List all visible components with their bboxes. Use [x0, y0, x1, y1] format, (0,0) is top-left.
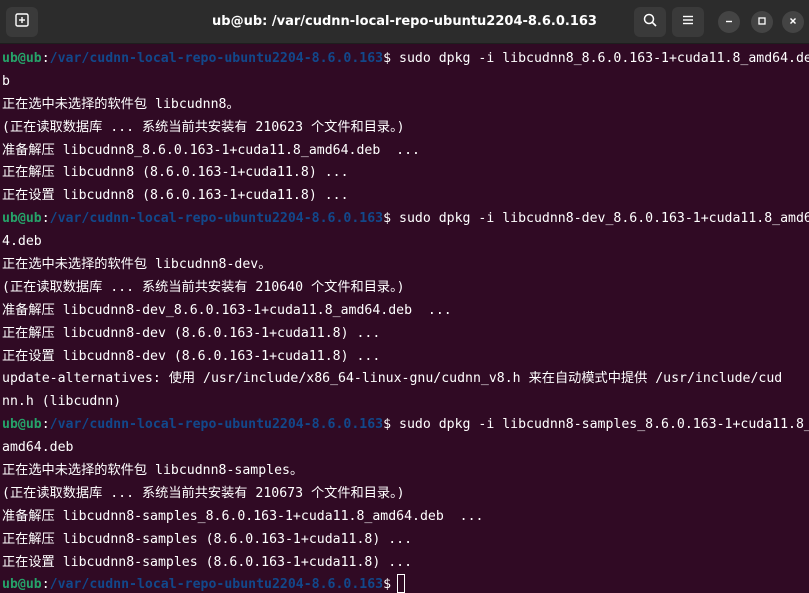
prompt-path: /var/cudnn-local-repo-ubuntu2204-8.6.0.1… — [49, 51, 384, 66]
output-line: 4.deb — [2, 234, 42, 250]
prompt-user: ub@ub — [2, 211, 42, 227]
prompt-symbol: $ — [383, 51, 392, 66]
search-icon — [642, 12, 658, 33]
title-bar[interactable]: ub@ub: /var/cudnn-local-repo-ubuntu2204-… — [0, 0, 809, 44]
output-line: 正在设置 libcudnn8-dev (8.6.0.163-1+cuda11.8… — [2, 348, 381, 364]
prompt-line: ub@ub:/var/cudnn-local-repo-ubuntu2204-8… — [2, 48, 809, 71]
output-line: update-alternatives: 使用 /usr/include/x86… — [2, 371, 783, 387]
prompt-user: ub@ub — [2, 417, 42, 433]
output-line: amd64.deb — [2, 440, 74, 456]
output-line: 正在解压 libcudnn8-dev (8.6.0.163-1+cuda11.8… — [2, 325, 381, 341]
prompt-path: /var/cudnn-local-repo-ubuntu2204-8.6.0.1… — [49, 577, 384, 593]
output-line: b — [2, 73, 10, 89]
minimize-icon — [724, 13, 734, 31]
prompt-line: ub@ub:/var/cudnn-local-repo-ubuntu2204-8… — [2, 414, 809, 437]
prompt-line: ub@ub:/var/cudnn-local-repo-ubuntu2204-8… — [2, 574, 809, 593]
output-line: 正在选中未选择的软件包 libcudnn8-dev。 — [2, 257, 272, 273]
terminal-output[interactable]: ub@ub:/var/cudnn-local-repo-ubuntu2204-8… — [0, 44, 809, 593]
close-icon — [788, 13, 798, 31]
terminal-window: ub@ub: /var/cudnn-local-repo-ubuntu2204-… — [0, 0, 809, 593]
output-line: (正在读取数据库 ... 系统当前共安装有 210623 个文件和目录。) — [2, 119, 405, 135]
output-line: (正在读取数据库 ... 系统当前共安装有 210640 个文件和目录。) — [2, 279, 405, 295]
output-line: (正在读取数据库 ... 系统当前共安装有 210673 个文件和目录。) — [2, 485, 405, 501]
prompt-separator: : — [41, 577, 50, 593]
prompt-user: ub@ub — [2, 51, 42, 66]
command-text: sudo dpkg -i libcudnn8-dev_8.6.0.163-1+c… — [391, 211, 809, 227]
menu-button[interactable] — [672, 7, 704, 37]
prompt-path: /var/cudnn-local-repo-ubuntu2204-8.6.0.1… — [49, 211, 384, 227]
output-line: 正在选中未选择的软件包 libcudnn8。 — [2, 96, 240, 112]
prompt-path: /var/cudnn-local-repo-ubuntu2204-8.6.0.1… — [49, 417, 384, 433]
hamburger-menu-icon — [681, 13, 695, 32]
maximize-button[interactable] — [751, 11, 773, 33]
search-button[interactable] — [634, 7, 666, 37]
output-line: 正在解压 libcudnn8 (8.6.0.163-1+cuda11.8) ..… — [2, 165, 349, 181]
new-tab-icon — [14, 12, 30, 33]
output-line: 正在选中未选择的软件包 libcudnn8-samples。 — [2, 463, 304, 479]
close-button[interactable] — [782, 11, 804, 33]
output-line: nn.h (libcudnn) — [2, 394, 122, 410]
output-line: 正在解压 libcudnn8-samples (8.6.0.163-1+cuda… — [2, 531, 413, 547]
command-text: sudo dpkg -i libcudnn8_8.6.0.163-1+cuda1… — [391, 51, 809, 66]
output-line: 准备解压 libcudnn8-samples_8.6.0.163-1+cuda1… — [2, 508, 484, 524]
prompt-symbol: $ — [383, 577, 392, 593]
prompt-user: ub@ub — [2, 577, 42, 593]
output-line: 正在设置 libcudnn8-samples (8.6.0.163-1+cuda… — [2, 554, 413, 570]
prompt-line: ub@ub:/var/cudnn-local-repo-ubuntu2204-8… — [2, 208, 809, 231]
prompt-symbol: $ — [383, 211, 392, 227]
new-tab-button[interactable] — [6, 7, 38, 37]
output-line: 正在设置 libcudnn8 (8.6.0.163-1+cuda11.8) ..… — [2, 188, 349, 204]
minimize-button[interactable] — [718, 11, 740, 33]
prompt-separator: : — [41, 211, 50, 227]
prompt-symbol: $ — [383, 417, 392, 433]
prompt-separator: : — [41, 51, 50, 66]
output-line: 准备解压 libcudnn8_8.6.0.163-1+cuda11.8_amd6… — [2, 142, 420, 158]
output-line: 准备解压 libcudnn8-dev_8.6.0.163-1+cuda11.8_… — [2, 302, 452, 318]
prompt-separator: : — [41, 417, 50, 433]
text-cursor[interactable] — [397, 574, 406, 593]
command-text: sudo dpkg -i libcudnn8-samples_8.6.0.163… — [391, 417, 809, 433]
maximize-icon — [757, 13, 767, 31]
